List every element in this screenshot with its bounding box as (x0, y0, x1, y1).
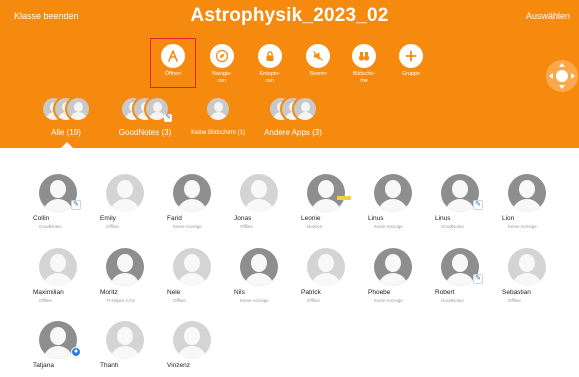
group-goodnotes-avatars: ✎ (120, 96, 172, 124)
class-title: Astrophysik_2023_02 (190, 5, 389, 26)
student-status: GoodNotes (39, 224, 62, 229)
group-other-apps-label: Andere Apps (3) (264, 128, 322, 137)
binoculars-icon (352, 44, 376, 68)
student-name: Robert (435, 289, 455, 296)
student-name: Lion (502, 215, 515, 222)
notes-badge-icon (337, 196, 351, 200)
select-button[interactable]: Auswählen (526, 11, 570, 21)
arrow-up-icon (559, 63, 565, 67)
student-status: Offline (240, 224, 253, 229)
avatar (508, 174, 546, 212)
avatar (106, 248, 144, 286)
group-other-apps-avatars (268, 96, 318, 124)
student-name: Farid (167, 215, 182, 222)
direction-pad-center (556, 70, 568, 82)
group-goodnotes[interactable]: ✎ GoodNotes (3) (108, 96, 182, 137)
avatar (173, 174, 211, 212)
open-app-highlight (150, 38, 196, 88)
student-status: GoodNotes (441, 298, 464, 303)
student-status: Offline (508, 298, 521, 303)
student-name: Thanh (100, 362, 119, 369)
student-name: Emily (100, 215, 116, 222)
student-name: Nele (167, 289, 181, 296)
student-name: Jonas (234, 215, 252, 222)
avatar (240, 248, 278, 286)
group-no-screen-avatars (205, 96, 231, 124)
screens-label: Bildschir- me (352, 71, 376, 84)
unlock-label: Entsper- ren (259, 71, 281, 84)
avatar (106, 321, 144, 359)
avatar (39, 248, 77, 286)
lock-icon (258, 44, 282, 68)
student-status: TI-Nspire CAS (106, 298, 136, 303)
navigate-label: Navigie- ren (211, 71, 233, 84)
group-goodnotes-label: GoodNotes (3) (118, 128, 172, 137)
mute-label: Stumm (309, 71, 327, 77)
mute-button[interactable]: Stumm (296, 44, 340, 78)
student-status: Offline (39, 298, 52, 303)
student-name: Tatjana (33, 362, 54, 369)
arrow-down-icon (559, 85, 565, 89)
arrow-right-icon (571, 73, 575, 79)
add-group-label: Gruppe (401, 71, 421, 77)
plus-icon (399, 44, 423, 68)
pencil-icon: ✎ (473, 200, 483, 210)
avatar (292, 96, 318, 122)
student-name: Sebastian (502, 289, 531, 296)
group-no-screen-label: Keine Bildschirm (1) (191, 130, 245, 136)
student-name: Collin (33, 215, 50, 222)
avatar (173, 248, 211, 286)
pencil-icon: ✎ (71, 200, 81, 210)
avatar (508, 248, 546, 286)
student-status: Offline (307, 298, 320, 303)
student-name: Nils (234, 289, 245, 296)
avatar (374, 248, 412, 286)
avatar (173, 321, 211, 359)
group-all-avatars (41, 96, 91, 124)
student-status: Keine Anzeige (508, 224, 537, 229)
unlock-button[interactable]: Entsper- ren (248, 44, 292, 85)
avatar (307, 248, 345, 286)
avatar (307, 174, 345, 212)
avatar (374, 174, 412, 212)
pencil-icon: ✎ (164, 114, 172, 122)
direction-pad[interactable] (546, 60, 578, 92)
student-name: Phoebe (368, 289, 391, 296)
student-name: Leonie (301, 215, 321, 222)
group-all[interactable]: Alle (19) (40, 96, 92, 137)
student-status: Offline (173, 298, 186, 303)
student-status: Offline (106, 224, 119, 229)
compass-icon (210, 44, 234, 68)
student-status: Notizen (307, 224, 323, 229)
avatar (205, 96, 231, 122)
add-group-button[interactable]: Gruppe (389, 44, 433, 78)
group-other-apps[interactable]: Andere Apps (3) (258, 96, 328, 137)
screens-button[interactable]: Bildschir- me (342, 44, 386, 85)
student-status: Keine Anzeige (240, 298, 269, 303)
arrow-left-icon (549, 73, 553, 79)
student-status: Keine Anzeige (173, 224, 202, 229)
navigate-button[interactable]: Navigie- ren (200, 44, 244, 85)
app-badge-icon: ● (71, 347, 81, 357)
avatar (106, 174, 144, 212)
class-header: Klasse beenden Astrophysik_2023_02 Auswä… (0, 0, 579, 148)
group-all-label: Alle (19) (51, 128, 81, 137)
avatar (240, 174, 278, 212)
student-name: Patrick (301, 289, 321, 296)
student-status: Keine Anzeige (374, 224, 403, 229)
group-no-screen[interactable]: Keine Bildschirm (1) (180, 96, 256, 136)
student-grid: ✎ Collin GoodNotes Emily Offline Farid Keine A… (0, 148, 579, 377)
student-name: Linus (368, 215, 384, 222)
student-name: Moritz (100, 289, 118, 296)
student-name: Maximilian (33, 289, 64, 296)
student-status: GoodNotes (441, 224, 464, 229)
mute-icon (306, 44, 330, 68)
avatar (65, 96, 91, 122)
student-name: Vinzenz (167, 362, 191, 369)
student-status: Keine Anzeige (374, 298, 403, 303)
student-name: Linus (435, 215, 451, 222)
pencil-icon: ✎ (473, 274, 483, 284)
